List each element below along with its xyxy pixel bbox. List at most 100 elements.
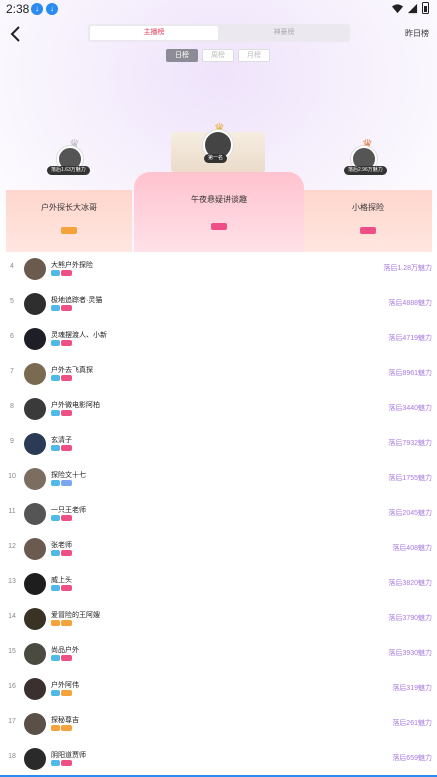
first-place-block[interactable]: 午夜悬疑讲谈趣 xyxy=(134,172,304,252)
rank-number: 16 xyxy=(8,683,16,690)
level-badge xyxy=(360,227,376,234)
anchor-name: 户外微电影阿柏 xyxy=(51,402,100,409)
anchor-name: 灵魂摆渡人、小新 xyxy=(51,332,107,339)
list-item[interactable]: 9 玄清子 落后7932魅力 xyxy=(0,427,437,462)
third-place-block[interactable]: 小格探险 xyxy=(304,190,432,252)
yesterday-ranking-link[interactable]: 昨日榜 xyxy=(405,28,429,39)
avatar[interactable] xyxy=(24,293,46,315)
level-badge xyxy=(51,340,60,346)
avatar[interactable] xyxy=(24,503,46,525)
charm-gap-text: 落后3790魅力 xyxy=(388,615,432,622)
anchor-name: 极地追踪者·灵猫 xyxy=(51,297,103,304)
badge-row xyxy=(51,725,72,731)
avatar[interactable] xyxy=(24,573,46,595)
rank-number: 15 xyxy=(8,648,16,655)
charm-gap-text: 落后4888魅力 xyxy=(388,300,432,307)
list-item[interactable]: 16 户外阿伟 落后319魅力 xyxy=(0,672,437,707)
avatar[interactable] xyxy=(24,328,46,350)
ranking-type-tabs: 主播榜 神豪榜 xyxy=(88,24,350,42)
avatar[interactable] xyxy=(24,363,46,385)
badge-row xyxy=(51,655,72,661)
tab-daily[interactable]: 日榜 xyxy=(166,49,198,62)
download-icon: ↓ xyxy=(46,3,58,15)
fan-badge xyxy=(61,410,72,416)
anchor-name: 探秘尊吉 xyxy=(51,717,79,724)
list-item[interactable]: 12 张老师 落后408魅力 xyxy=(0,532,437,567)
rank-number: 13 xyxy=(8,578,16,585)
rank-number: 6 xyxy=(10,333,14,340)
tab-weekly[interactable]: 周榜 xyxy=(202,49,234,62)
rank-number: 10 xyxy=(8,473,16,480)
rank-number: 4 xyxy=(10,263,14,270)
back-button[interactable] xyxy=(6,24,26,44)
fan-badge xyxy=(61,445,72,451)
tab-monthly[interactable]: 月榜 xyxy=(238,49,270,62)
list-item[interactable]: 5 极地追踪者·灵猫 落后4888魅力 xyxy=(0,287,437,322)
fan-badge xyxy=(61,725,72,731)
charm-gap-text: 落后319魅力 xyxy=(392,685,432,692)
badge-row xyxy=(51,480,72,486)
list-item[interactable]: 14 爱冒险的王阿嫂 落后3790魅力 xyxy=(0,602,437,637)
avatar[interactable] xyxy=(24,468,46,490)
avatar[interactable] xyxy=(24,643,46,665)
anchor-name: 一只王老师 xyxy=(51,507,86,514)
fan-badge xyxy=(61,515,72,521)
anchor-name: 张老师 xyxy=(51,542,72,549)
list-item[interactable]: 13 威上头 落后3820魅力 xyxy=(0,567,437,602)
badge-row xyxy=(51,585,72,591)
charm-gap-text: 落后8961魅力 xyxy=(388,370,432,377)
avatar[interactable] xyxy=(24,608,46,630)
charm-gap-text: 落后1755魅力 xyxy=(388,475,432,482)
avatar[interactable] xyxy=(24,713,46,735)
fan-badge xyxy=(61,585,72,591)
avatar[interactable] xyxy=(24,398,46,420)
anchor-name: 威上头 xyxy=(51,577,72,584)
tab-tycoon-ranking[interactable]: 神豪榜 xyxy=(220,26,348,40)
fan-badge xyxy=(61,375,72,381)
list-item[interactable]: 8 户外微电影阿柏 落后3440魅力 xyxy=(0,392,437,427)
charm-gap-text: 落后408魅力 xyxy=(392,545,432,552)
avatar[interactable] xyxy=(24,748,46,770)
second-place-block[interactable]: 户外探长大冰哥 xyxy=(6,190,132,252)
anchor-name: 探险文十七 xyxy=(51,472,86,479)
badge-row xyxy=(51,340,72,346)
level-badge xyxy=(51,690,60,696)
list-item[interactable]: 4 大熊户外探险 落后1.28万魅力 xyxy=(0,252,437,287)
rank-number: 11 xyxy=(8,508,16,515)
list-item[interactable]: 7 户外去飞真探 落后8961魅力 xyxy=(0,357,437,392)
list-item[interactable]: 18 阴阳道贾师 落后659魅力 xyxy=(0,742,437,777)
avatar[interactable] xyxy=(24,538,46,560)
badge-row xyxy=(51,410,72,416)
charm-gap-text: 落后261魅力 xyxy=(392,720,432,727)
period-tabs: 日榜 周榜 月榜 xyxy=(166,49,270,62)
fan-badge xyxy=(61,550,72,556)
level-badge xyxy=(51,550,60,556)
anchor-name: 玄清子 xyxy=(51,437,72,444)
list-item[interactable]: 11 一只王老师 落后2045魅力 xyxy=(0,497,437,532)
third-place-gap-badge: 落后2.96万魅力 xyxy=(344,166,387,175)
rank-number: 5 xyxy=(10,298,14,305)
fan-badge xyxy=(61,340,72,346)
level-badge xyxy=(51,480,60,486)
badge-row xyxy=(51,515,72,521)
badge-row xyxy=(51,305,72,311)
level-badge xyxy=(51,760,60,766)
list-item[interactable]: 15 尚品户外 落后3930魅力 xyxy=(0,637,437,672)
badge-row xyxy=(51,445,72,451)
charm-gap-text: 落后3440魅力 xyxy=(388,405,432,412)
badge-row xyxy=(51,620,72,626)
list-item[interactable]: 6 灵魂摆渡人、小新 落后4719魅力 xyxy=(0,322,437,357)
anchor-name: 户外去飞真探 xyxy=(51,367,93,374)
list-item[interactable]: 17 探秘尊吉 落后261魅力 xyxy=(0,707,437,742)
avatar[interactable] xyxy=(24,258,46,280)
level-badge xyxy=(51,410,60,416)
fan-badge xyxy=(61,305,72,311)
avatar[interactable] xyxy=(24,433,46,455)
tab-anchor-ranking[interactable]: 主播榜 xyxy=(90,26,218,40)
level-badge xyxy=(51,620,60,626)
list-item[interactable]: 10 探险文十七 落后1755魅力 xyxy=(0,462,437,497)
level-badge xyxy=(51,725,60,731)
avatar[interactable] xyxy=(24,678,46,700)
anchor-name: 阴阳道贾师 xyxy=(51,752,86,759)
fan-badge xyxy=(61,620,72,626)
